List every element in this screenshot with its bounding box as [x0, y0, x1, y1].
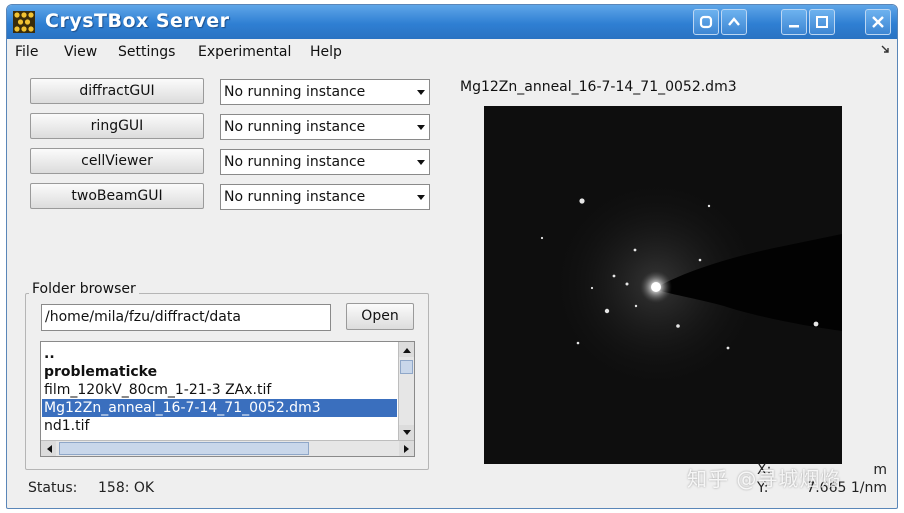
- file-list[interactable]: .. problematicke film_120kV_80cm_1-21-3 …: [40, 341, 415, 457]
- twobeamgui-instance-select[interactable]: No running instance: [220, 184, 430, 210]
- vertical-scrollbar[interactable]: [398, 342, 414, 440]
- diffractgui-button[interactable]: diffractGUI: [30, 78, 204, 104]
- twobeamgui-instance-value: No running instance: [224, 189, 366, 205]
- ringgui-instance-select[interactable]: No running instance: [220, 114, 430, 140]
- menu-bar: File View Settings Experimental Help: [7, 39, 897, 65]
- cellviewer-instance-value: No running instance: [224, 154, 366, 170]
- menu-file[interactable]: File: [15, 44, 38, 60]
- list-item[interactable]: film_120kV_80cm_1-21-3 ZAx.tif: [42, 381, 397, 399]
- crystbox-server-window: CrysTBox Server File View Settings Exper…: [6, 4, 898, 509]
- image-filename: Mg12Zn_anneal_16-7-14_71_0052.dm3: [460, 79, 737, 95]
- list-item[interactable]: problematicke: [42, 363, 397, 381]
- chevron-down-icon: [417, 125, 425, 130]
- folder-browser-legend: Folder browser: [29, 281, 139, 297]
- crystal-lattice-icon: [13, 11, 35, 33]
- chevron-down-icon: [417, 90, 425, 95]
- diffraction-pattern-image[interactable]: [484, 106, 842, 464]
- status-value: 158: OK: [98, 480, 155, 496]
- list-item[interactable]: ..: [42, 345, 397, 363]
- ringgui-button[interactable]: ringGUI: [30, 113, 204, 139]
- scroll-up-icon[interactable]: [399, 342, 414, 357]
- status-label: Status:: [28, 480, 78, 496]
- ringgui-instance-value: No running instance: [224, 119, 366, 135]
- diffractgui-instance-select[interactable]: No running instance: [220, 79, 430, 105]
- menu-experimental[interactable]: Experimental: [198, 44, 291, 60]
- open-button[interactable]: Open: [346, 303, 414, 330]
- folder-path-input[interactable]: /home/mila/fzu/diffract/data: [41, 304, 331, 331]
- maximize-icon: [816, 16, 828, 28]
- shade-icon: [728, 17, 740, 26]
- restore-button[interactable]: [693, 9, 719, 35]
- arrow-icon[interactable]: [881, 45, 889, 56]
- x-coordinate-unit: m: [873, 462, 887, 478]
- scroll-down-icon[interactable]: [399, 425, 414, 440]
- shade-button[interactable]: [721, 9, 747, 35]
- title-bar[interactable]: CrysTBox Server: [7, 5, 897, 39]
- menu-help[interactable]: Help: [310, 44, 342, 60]
- watermark: 知乎 @寻城烟焰: [687, 467, 842, 491]
- menu-settings[interactable]: Settings: [118, 44, 175, 60]
- chevron-down-icon: [417, 160, 425, 165]
- menu-view[interactable]: View: [64, 44, 97, 60]
- maximize-button[interactable]: [809, 9, 835, 35]
- horizontal-scroll-thumb[interactable]: [59, 442, 309, 455]
- twobeamgui-button[interactable]: twoBeamGUI: [30, 183, 204, 209]
- list-item[interactable]: nd1.tif: [42, 417, 397, 435]
- horizontal-scrollbar[interactable]: [41, 440, 414, 456]
- vertical-scroll-thumb[interactable]: [400, 360, 413, 374]
- scroll-left-icon[interactable]: [41, 441, 56, 456]
- minimize-button[interactable]: [781, 9, 807, 35]
- close-button[interactable]: [865, 9, 891, 35]
- restore-icon: [699, 15, 713, 29]
- minimize-icon: [789, 25, 799, 28]
- cellviewer-instance-select[interactable]: No running instance: [220, 149, 430, 175]
- diffractgui-instance-value: No running instance: [224, 84, 366, 100]
- close-icon: [872, 16, 884, 28]
- cellviewer-button[interactable]: cellViewer: [30, 148, 204, 174]
- list-item-selected[interactable]: Mg12Zn_anneal_16-7-14_71_0052.dm3: [42, 399, 397, 417]
- scroll-right-icon[interactable]: [399, 441, 414, 456]
- window-title: CrysTBox Server: [45, 10, 230, 32]
- chevron-down-icon: [417, 195, 425, 200]
